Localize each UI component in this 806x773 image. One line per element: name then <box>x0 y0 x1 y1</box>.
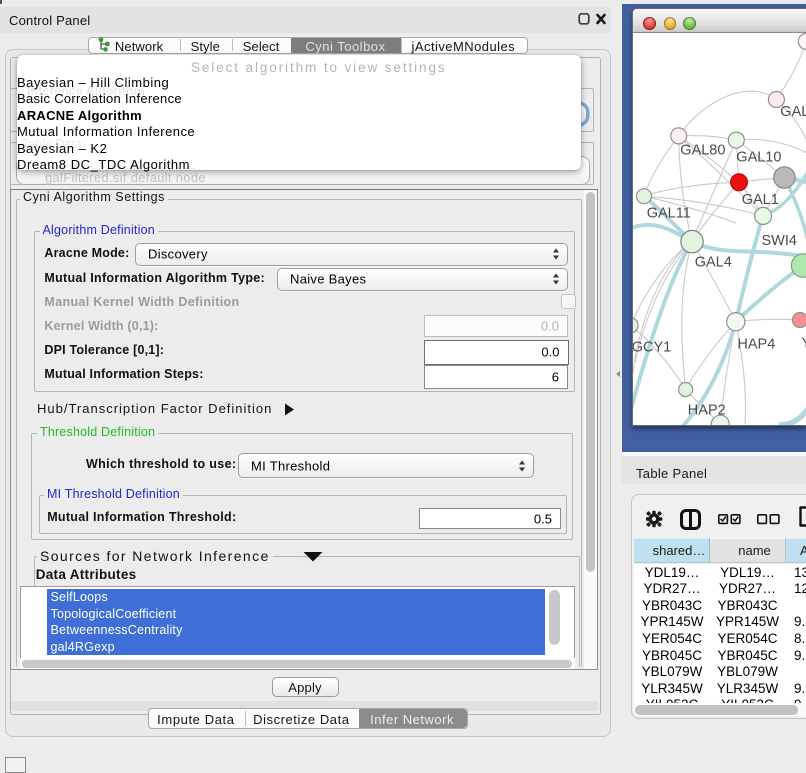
svg-text:GAL7: GAL7 <box>780 104 806 120</box>
svg-text:GCY1: GCY1 <box>633 339 671 355</box>
svg-text:HAP2: HAP2 <box>688 402 726 418</box>
svg-text:GAL10: GAL10 <box>736 149 781 165</box>
svg-text:GAL4: GAL4 <box>695 254 732 270</box>
svg-text:HAP4: HAP4 <box>737 336 775 352</box>
svg-text:YO: YO <box>802 335 806 351</box>
svg-text:GAL1: GAL1 <box>742 192 779 208</box>
svg-text:GAL11: GAL11 <box>647 205 691 221</box>
svg-text:SWI4: SWI4 <box>762 233 797 249</box>
svg-text:GAL80: GAL80 <box>680 142 725 158</box>
